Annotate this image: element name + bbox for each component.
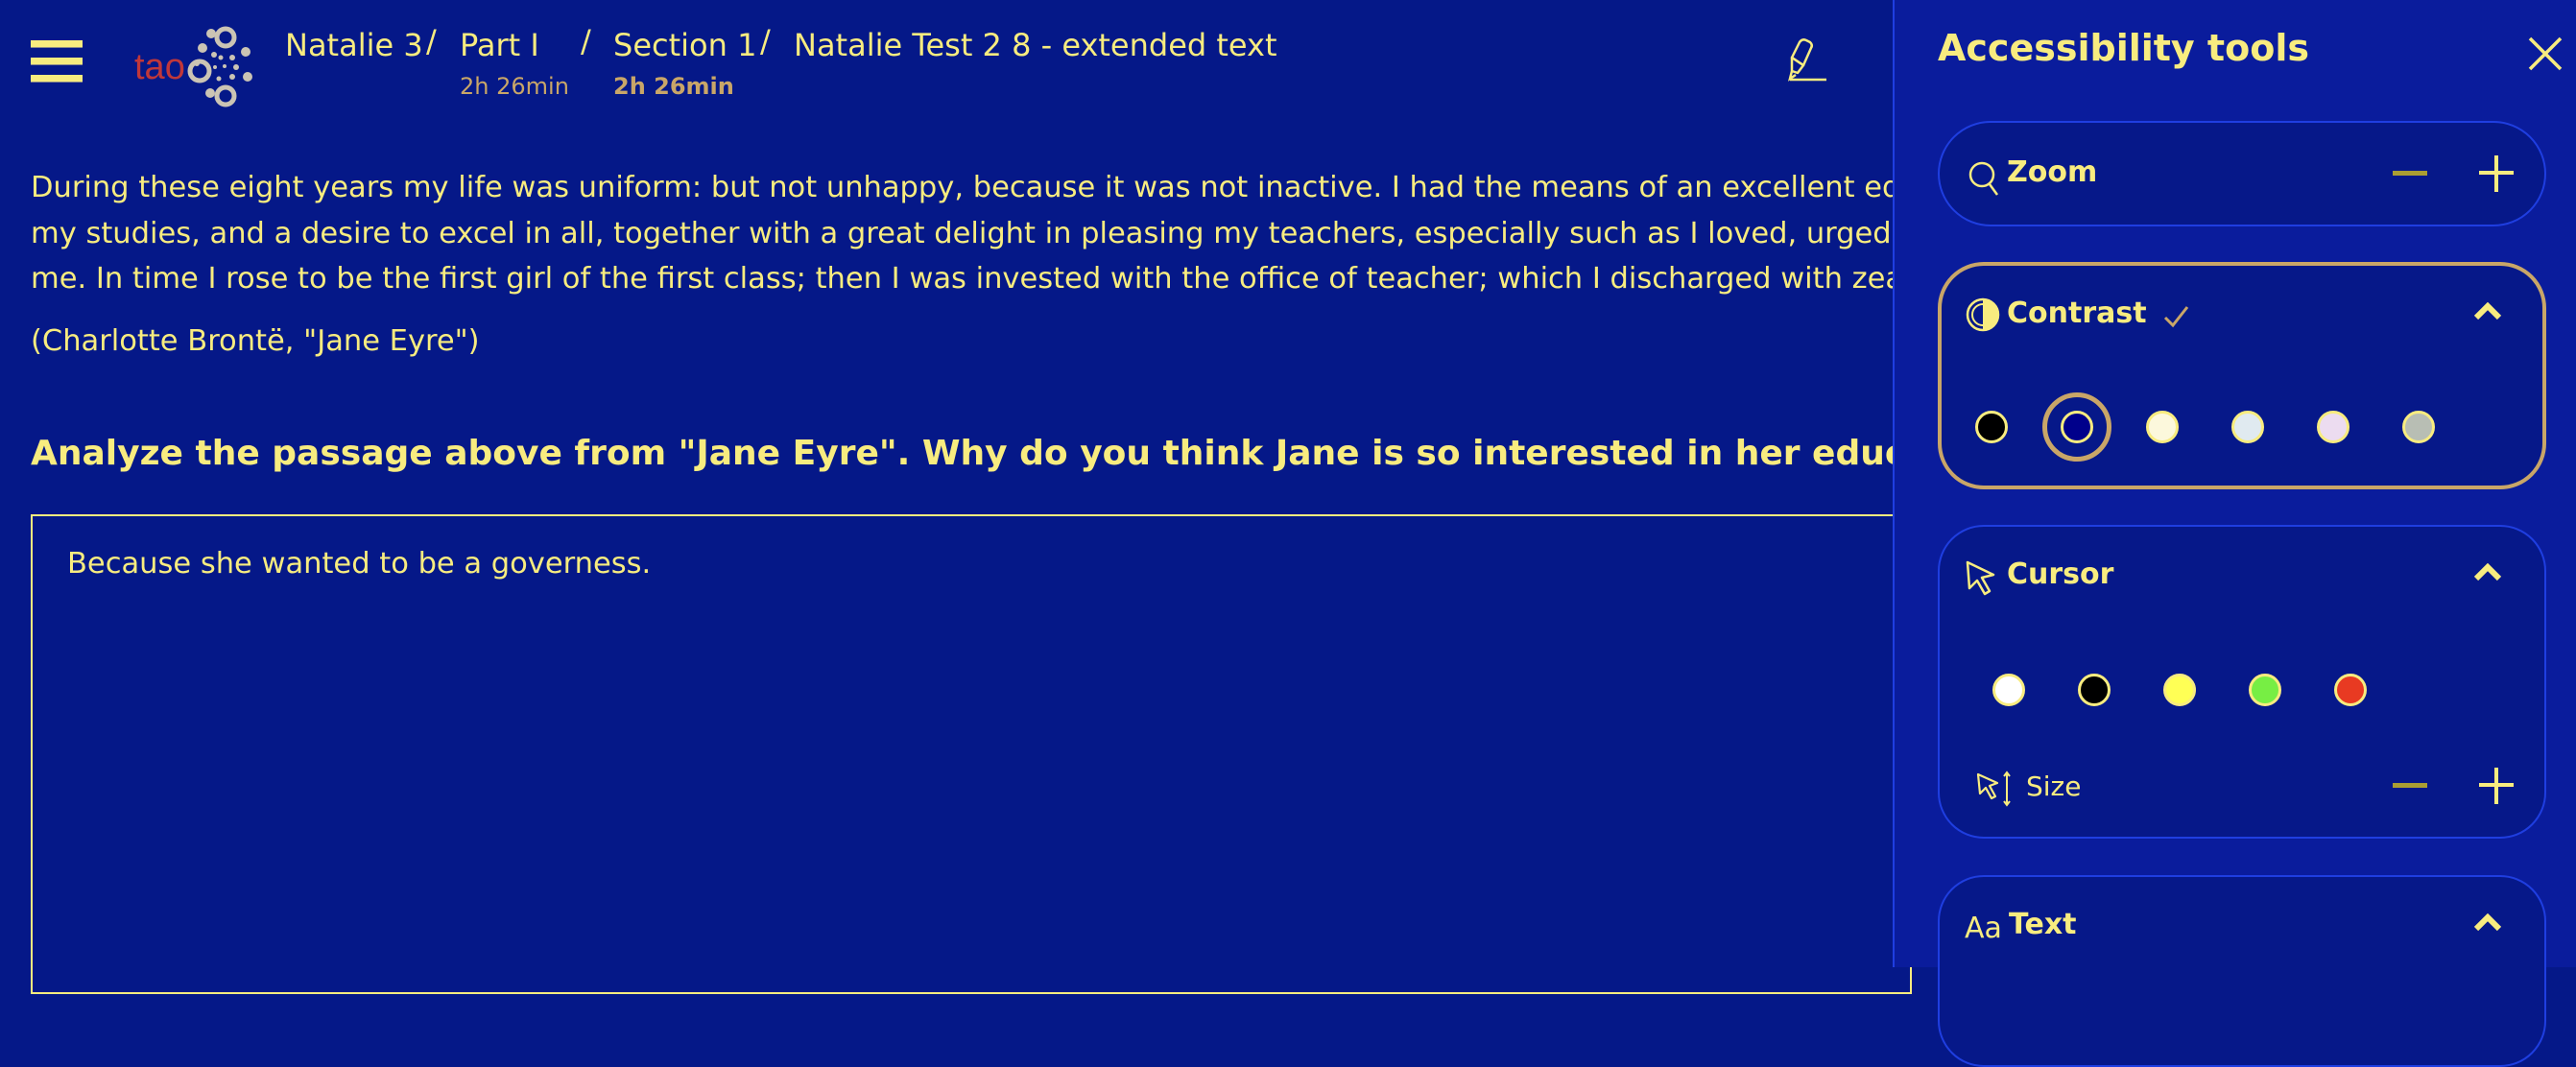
contrast-label: Contrast [2007,296,2147,330]
panel-title: Accessibility tools [1938,27,2309,69]
section-timer: 2h 26min [613,73,734,100]
cursor-size-increase-button[interactable] [2477,767,2516,805]
cursor-arrow-icon [1966,560,1995,596]
answer-text: Because she wanted to be a governess. [67,547,652,581]
passage-line: my studies, and a desire to excel in all… [31,216,1893,250]
text-header[interactable]: Aa Text [1940,877,2544,973]
chevron-up-icon [2473,302,2502,320]
hamburger-bar [31,75,83,82]
passage-line: During these eight years my life was uni… [31,171,1893,204]
breadcrumb-separator: / [426,23,437,59]
zoom-in-button[interactable] [2477,154,2516,193]
breadcrumb-part: Part I [460,27,539,63]
cursor-color-swatch[interactable] [2078,674,2111,706]
magnifier-icon [1968,161,1999,196]
contrast-swatch[interactable] [2317,411,2349,443]
breadcrumb-separator: / [760,23,771,59]
cursor-size-decrease-button[interactable] [2391,767,2429,805]
chevron-up-icon [2473,563,2502,581]
highlighter-button[interactable] [1771,36,1828,94]
chevron-up-icon [2473,913,2502,932]
check-icon [2163,306,2189,328]
tao-logo: tao [132,21,257,107]
plus-icon [2479,155,2514,192]
text-size-icon: Aa [1965,912,2002,945]
contrast-swatch[interactable] [1975,411,2008,443]
contrast-swatch[interactable] [2061,411,2093,443]
cursor-card: Cursor Size [1938,525,2546,839]
cursor-color-swatch[interactable] [2249,674,2281,706]
passage-citation: (Charlotte Brontë, "Jane Eyre") [31,324,480,358]
menu-button[interactable] [29,36,84,86]
contrast-card: Contrast [1938,262,2546,489]
zoom-out-button[interactable] [2391,154,2429,193]
cursor-label: Cursor [2007,557,2114,591]
highlighter-pen-icon [1788,38,1826,82]
breadcrumb-separator: / [581,23,591,59]
passage-line: me. In time I rose to be the first girl … [31,262,1893,296]
zoom-card: Zoom [1938,121,2546,226]
contrast-swatch[interactable] [2146,411,2179,443]
cursor-color-swatch[interactable] [1992,674,2025,706]
breadcrumb-item: Natalie Test 2 8 - extended text [794,27,1277,63]
cursor-header[interactable]: Cursor [1940,527,2544,623]
cursor-color-swatch[interactable] [2163,674,2196,706]
reading-passage: During these eight years my life was uni… [31,165,1893,302]
cursor-size-label: Size [2026,771,2082,802]
question-prompt: Analyze the passage above from "Jane Eyr… [31,434,2026,473]
cursor-color-swatch[interactable] [2334,674,2367,706]
hamburger-bar [31,58,83,64]
contrast-swatch[interactable] [2402,411,2435,443]
close-panel-button[interactable] [2526,35,2564,73]
breadcrumb-test: Natalie 3 [285,27,423,63]
contrast-swatch[interactable] [2231,411,2264,443]
part-timer: 2h 26min [460,73,569,100]
plus-icon [2479,768,2514,804]
text-label: Text [2009,908,2077,941]
hamburger-menu-icon [31,40,83,47]
contrast-icon [1966,297,2000,332]
close-icon [2528,36,2563,71]
minus-icon [2393,171,2427,176]
logo-text: tao [134,47,185,87]
minus-icon [2393,783,2427,788]
zoom-label: Zoom [2007,155,2098,189]
answer-textarea[interactable]: Because she wanted to be a governess. [31,514,1912,994]
contrast-header[interactable]: Contrast [1942,266,2542,362]
text-card: Aa Text [1938,875,2546,1067]
cursor-size-icon [1976,771,2011,807]
breadcrumb-section: Section 1 [613,27,757,63]
